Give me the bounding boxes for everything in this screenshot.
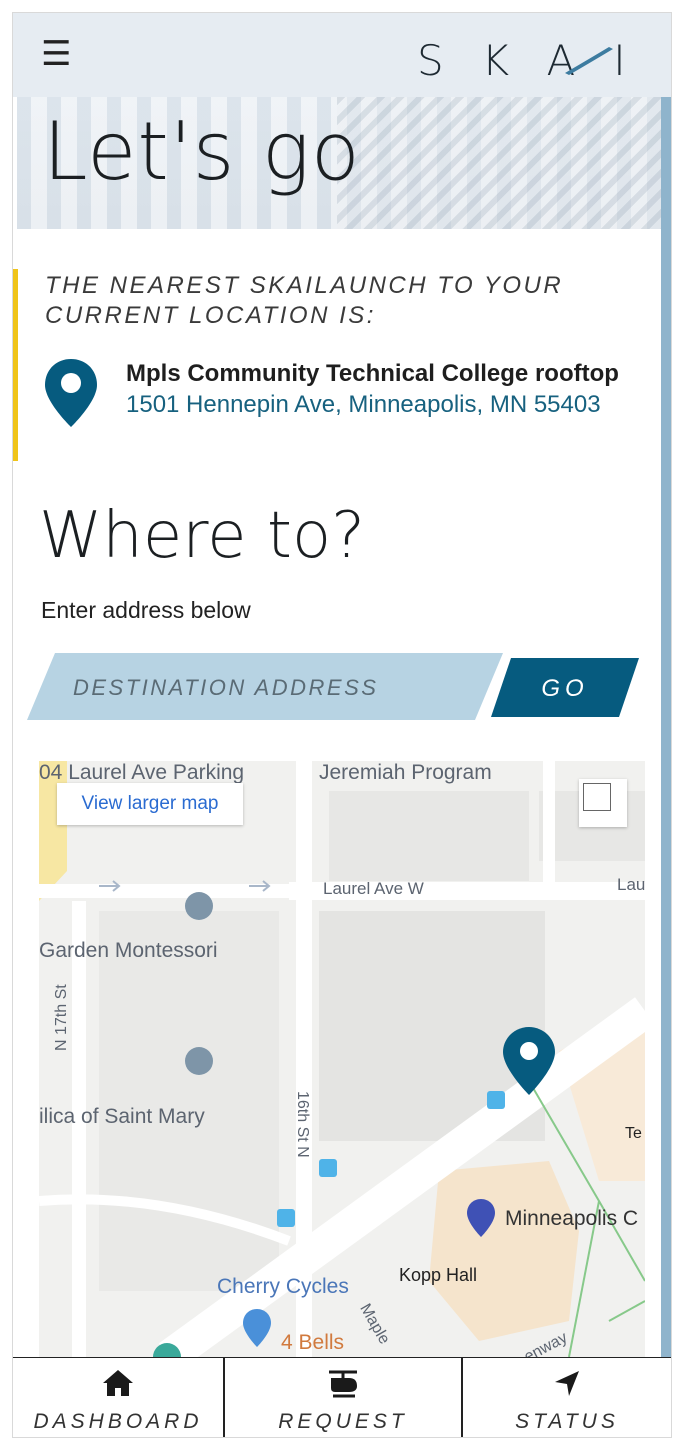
hero-banner: Let's go	[17, 97, 661, 229]
bottom-navigation: DASHBOARD REQUEST STATUS	[13, 1357, 671, 1437]
nav-dashboard[interactable]: DASHBOARD	[13, 1358, 223, 1437]
map-label: Te	[625, 1125, 642, 1142]
map-label: Laurel Ave W	[323, 879, 424, 898]
embedded-map[interactable]: 04 Laurel Ave Parking Jeremiah Program L…	[39, 761, 645, 1357]
nav-dashboard-label: DASHBOARD	[33, 1410, 203, 1433]
view-larger-map-link[interactable]: View larger map	[57, 783, 243, 825]
helicopter-icon	[225, 1368, 461, 1404]
app-header: ☰ SKAI	[13, 13, 671, 97]
map-label: Garden Montessori	[39, 939, 218, 962]
app-frame: ☰ SKAI Let's go THE NEAREST SKAILAUNCH T…	[12, 12, 672, 1438]
logo-swoosh-icon	[565, 47, 613, 75]
hero-title: Let's go	[43, 105, 361, 198]
home-icon	[13, 1368, 223, 1404]
enter-address-hint: Enter address below	[41, 597, 251, 623]
nav-request[interactable]: REQUEST	[225, 1358, 461, 1437]
map-canvas[interactable]	[39, 761, 645, 1357]
launch-place-address[interactable]: 1501 Hennepin Ave, Minneapolis, MN 55403	[126, 391, 601, 419]
navigation-arrow-icon	[463, 1368, 671, 1404]
map-label: Jeremiah Program	[319, 761, 492, 784]
map-label: 16th St N	[294, 1091, 311, 1158]
nav-status[interactable]: STATUS	[463, 1358, 671, 1437]
map-label: Cherry Cycles	[217, 1275, 349, 1298]
map-label: 04 Laurel Ave Parking	[39, 761, 245, 784]
map-label: Lau	[617, 875, 645, 894]
location-pin-icon	[45, 359, 97, 427]
go-button[interactable]: GO	[491, 658, 639, 717]
nav-request-label: REQUEST	[278, 1410, 408, 1433]
where-to-title: Where to?	[39, 499, 366, 573]
fullscreen-toggle-icon[interactable]	[579, 779, 627, 827]
scroll-accent-bar	[661, 97, 671, 1357]
map-label: ilica of Saint Mary	[39, 1105, 205, 1128]
nav-status-label: STATUS	[515, 1410, 619, 1433]
destination-input-wrapper	[27, 653, 503, 720]
launch-place-name: Mpls Community Technical College rooftop	[126, 360, 619, 387]
map-label: Kopp Hall	[399, 1265, 478, 1285]
hamburger-icon[interactable]: ☰	[41, 37, 71, 71]
map-label: Minneapolis C	[505, 1207, 639, 1230]
nearest-label: THE NEAREST SKAILAUNCH TO YOUR CURRENT L…	[45, 272, 564, 329]
accent-bar	[13, 269, 18, 461]
destination-address-input[interactable]	[71, 653, 475, 720]
skai-logo[interactable]: SKAI	[417, 40, 637, 82]
map-label: 4 Bells	[281, 1331, 345, 1354]
map-label: N 17th St	[53, 984, 70, 1051]
